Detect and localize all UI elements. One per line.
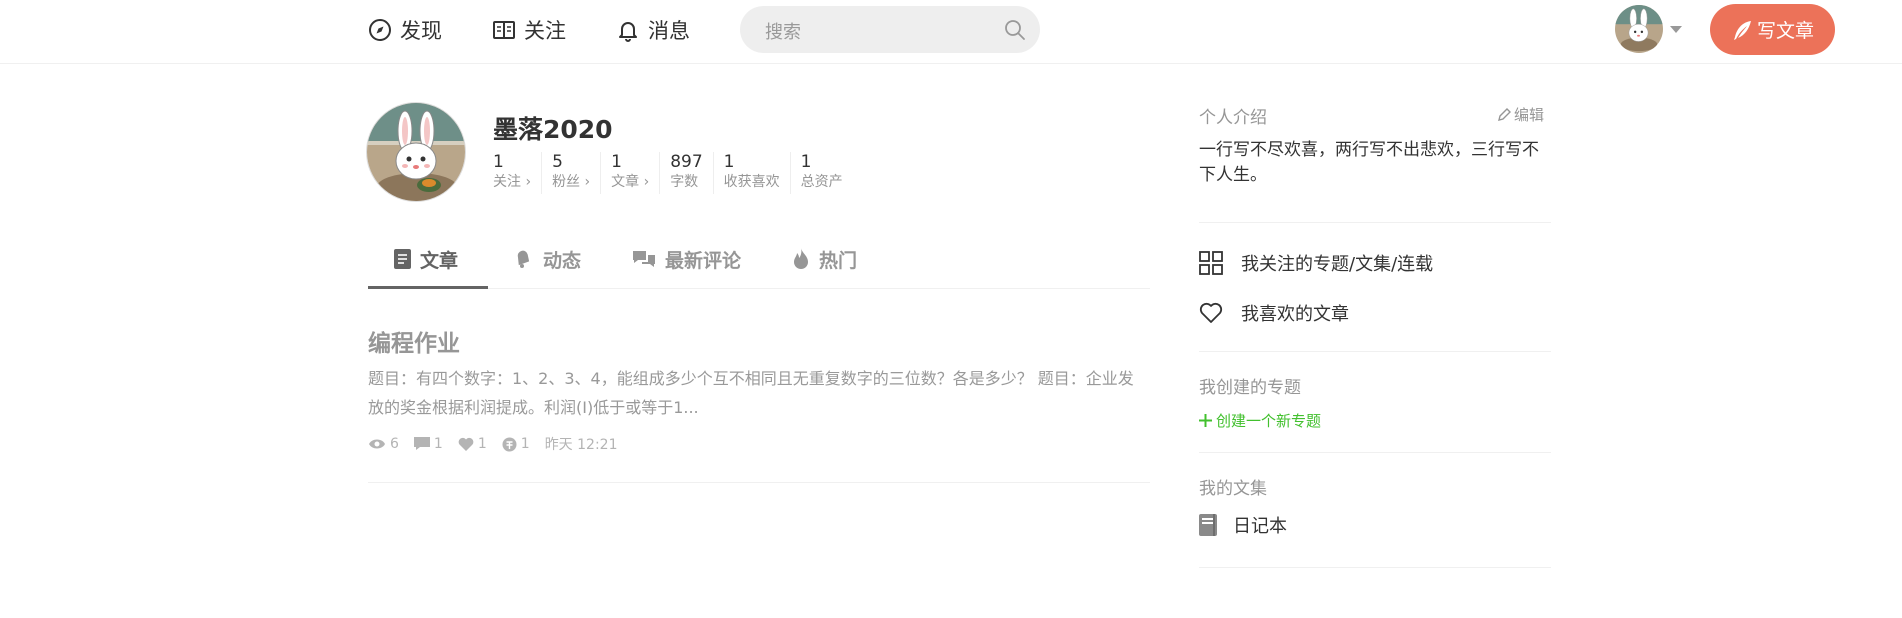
intro-text: 一行写不尽欢喜，两行写不出悲欢，三行写不下人生。 xyxy=(1199,140,1539,185)
publish-time: 昨天 12:21 xyxy=(544,437,618,453)
comments-icon xyxy=(633,251,655,267)
user-avatar[interactable] xyxy=(1615,5,1663,53)
liked-articles-label: 我喜欢的文章 xyxy=(1241,304,1349,325)
followed-collections-link[interactable]: 我关注的专题/文集/连载 xyxy=(1199,250,1433,276)
likes-count: 1 xyxy=(477,436,487,452)
divider xyxy=(368,482,1150,483)
comment-icon xyxy=(413,437,430,450)
fire-icon xyxy=(794,248,808,269)
meta-likes: 1 xyxy=(458,436,487,452)
profile-avatar[interactable] xyxy=(366,102,466,202)
chevron-down-icon[interactable] xyxy=(1669,25,1683,35)
profile-tabs: 文章 动态 最新评论 热门 xyxy=(368,230,1150,289)
plus-icon xyxy=(1199,414,1212,427)
active-tab-indicator xyxy=(368,286,488,289)
edit-label: 编辑 xyxy=(1514,106,1545,124)
collections-title: 我创建的专题 xyxy=(1199,378,1301,398)
reward-icon xyxy=(502,437,517,451)
article-abstract: 题目：有四个数字：1、2、3、4，能组成多少个互不相同且无重复数字的三位数？各是… xyxy=(368,369,1134,417)
bell-icon xyxy=(619,22,637,42)
tab-hot[interactable]: 热门 xyxy=(792,230,857,288)
book-open-icon xyxy=(493,21,515,39)
compass-icon xyxy=(369,19,391,41)
meta-views: 6 xyxy=(368,436,399,452)
stat-word-count: 897 字数 xyxy=(670,152,714,194)
heart-icon xyxy=(458,437,474,451)
search-icon[interactable] xyxy=(1004,19,1026,41)
stat-likes-received: 1 收获喜欢 xyxy=(724,152,791,194)
nav-messages-label: 消息 xyxy=(648,19,690,43)
page: 发现 关注 消息 搜索 写文章 墨落2020 1 关注 › 5 粉丝 › 1 文… xyxy=(0,0,1902,618)
meta-comments[interactable]: 1 xyxy=(413,436,443,452)
tab-activity-label: 动态 xyxy=(543,249,582,272)
rabbit-avatar-icon xyxy=(1615,5,1663,53)
notebook-label: 日记本 xyxy=(1233,516,1287,537)
rabbit-avatar-icon xyxy=(367,103,465,201)
search-placeholder: 搜索 xyxy=(765,22,801,43)
divider xyxy=(1199,452,1551,453)
tab-articles[interactable]: 文章 xyxy=(394,230,458,288)
stat-label: 关注 › xyxy=(493,174,532,190)
nav-discover-label: 发现 xyxy=(400,19,442,43)
search-input[interactable]: 搜索 xyxy=(740,6,1040,53)
eye-icon xyxy=(369,439,385,449)
comments-count: 1 xyxy=(433,436,443,452)
write-article-button[interactable]: 写文章 xyxy=(1710,4,1835,55)
nav-messages[interactable]: 消息 xyxy=(616,14,690,46)
rewards-count: 1 xyxy=(520,436,530,452)
stat-label: 文章 › xyxy=(611,174,650,190)
stat-value: 1 xyxy=(800,152,812,172)
tab-activity[interactable]: 动态 xyxy=(514,230,581,288)
divider xyxy=(1199,567,1551,568)
nav-follow[interactable]: 关注 xyxy=(492,14,566,46)
notebooks-title: 我的文集 xyxy=(1199,479,1267,499)
profile-username: 墨落2020 xyxy=(493,115,613,144)
stat-label: 收获喜欢 xyxy=(723,174,780,190)
edit-intro-button[interactable]: 编辑 xyxy=(1497,104,1544,125)
intro-title: 个人介绍 xyxy=(1199,108,1267,128)
stat-label: 粉丝 › xyxy=(552,174,591,190)
tab-latest-comments-label: 最新评论 xyxy=(665,249,742,272)
profile-stats: 1 关注 › 5 粉丝 › 1 文章 › 897 字数 1 收获喜欢 1 总资产 xyxy=(493,152,863,194)
create-collection-label: 创建一个新专题 xyxy=(1216,412,1322,430)
stat-value: 1 xyxy=(723,152,735,172)
create-collection-button[interactable]: 创建一个新专题 xyxy=(1199,410,1321,431)
write-article-label: 写文章 xyxy=(1756,20,1814,42)
tab-hot-label: 热门 xyxy=(819,249,858,272)
stat-value: 1 xyxy=(611,152,622,172)
stat-total-assets: 1 总资产 xyxy=(801,152,853,194)
bell-icon xyxy=(517,250,530,268)
article-title[interactable]: 编程作业 xyxy=(368,324,460,358)
stat-label: 字数 xyxy=(670,174,699,190)
article-meta: 6 1 1 1 昨天 12:21 xyxy=(368,434,632,454)
stat-value: 5 xyxy=(552,152,563,172)
stat-followers[interactable]: 5 粉丝 › xyxy=(552,152,602,194)
views-count: 6 xyxy=(390,436,399,452)
stat-value: 1 xyxy=(493,152,504,172)
tab-latest-comments[interactable]: 最新评论 xyxy=(632,230,741,288)
pencil-icon xyxy=(1498,108,1511,121)
grid-icon xyxy=(1199,251,1223,275)
stat-following[interactable]: 1 关注 › xyxy=(493,152,543,194)
notebook-icon xyxy=(1199,514,1217,536)
liked-articles-link[interactable]: 我喜欢的文章 xyxy=(1199,300,1349,326)
document-icon xyxy=(394,249,411,269)
stat-label: 总资产 xyxy=(800,174,843,190)
nav-discover[interactable]: 发现 xyxy=(368,14,442,46)
stat-articles[interactable]: 1 文章 › xyxy=(611,152,661,194)
followed-collections-label: 我关注的专题/文集/连载 xyxy=(1241,254,1434,275)
feather-pen-icon xyxy=(1733,20,1751,40)
meta-time: 昨天 12:21 xyxy=(545,434,618,454)
heart-icon xyxy=(1199,302,1223,323)
notebook-item[interactable]: 日记本 xyxy=(1199,512,1287,538)
nav-follow-label: 关注 xyxy=(524,19,566,43)
divider xyxy=(1199,222,1551,223)
divider xyxy=(1199,351,1551,352)
stat-value: 897 xyxy=(670,152,703,172)
meta-rewards: 1 xyxy=(502,436,530,452)
tab-articles-label: 文章 xyxy=(420,249,459,272)
top-navbar: 发现 关注 消息 搜索 写文章 xyxy=(0,0,1902,64)
